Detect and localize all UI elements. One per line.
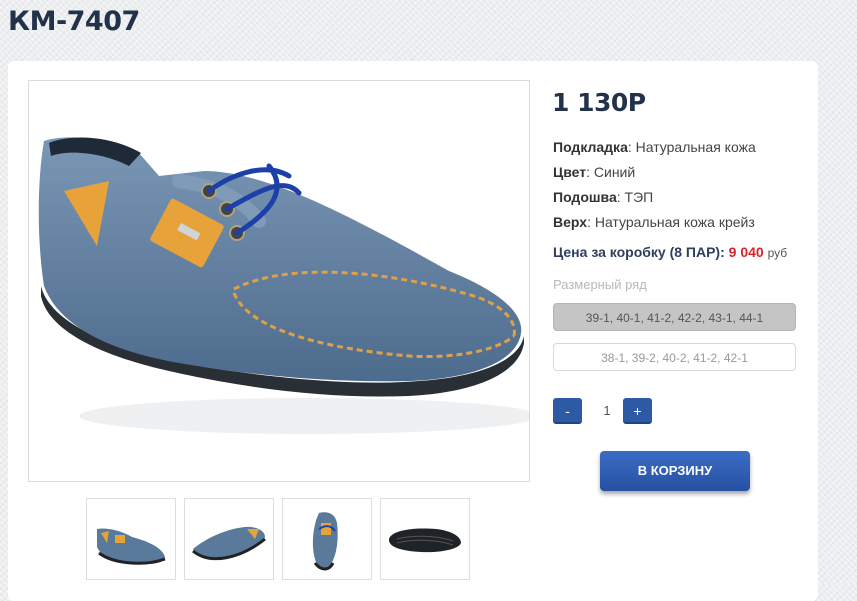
spec-value: ТЭП	[624, 189, 654, 205]
add-to-cart-button[interactable]: В КОРЗИНУ	[600, 451, 750, 491]
product-title: КМ-7407	[8, 6, 140, 37]
spec-value: Натуральная кожа крейз	[594, 214, 755, 230]
product-card: 1 130Р Подкладка: Натуральная кожа Цвет:…	[8, 61, 818, 601]
thumbnail-2[interactable]	[184, 498, 274, 580]
spec-value: Натуральная кожа	[635, 139, 756, 155]
box-price-unit: руб	[767, 246, 788, 260]
product-price: 1 130Р	[552, 88, 646, 117]
thumbnail-3[interactable]	[282, 498, 372, 580]
spec-color: Цвет: Синий	[553, 164, 636, 180]
spec-value: Синий	[593, 164, 636, 180]
box-price-value: 9 040	[728, 244, 764, 260]
spec-lining: Подкладка: Натуральная кожа	[553, 139, 756, 155]
spec-sole: Подошва: ТЭП	[553, 189, 654, 205]
spec-upper: Верх: Натуральная кожа крейз	[553, 214, 755, 230]
size-option[interactable]: 38-1, 39-2, 40-2, 41-2, 42-1	[553, 343, 796, 371]
box-price: Цена за коробку (8 ПАР): 9 040 руб	[553, 244, 788, 260]
quantity-increase-button[interactable]: +	[623, 398, 652, 424]
spec-label: Верх	[553, 214, 588, 230]
spec-label: Цвет	[553, 164, 587, 180]
thumbnail-1[interactable]	[86, 498, 176, 580]
size-range-title: Размерный ряд	[553, 277, 647, 292]
spec-label: Подкладка	[553, 139, 628, 155]
quantity-decrease-button[interactable]: -	[553, 398, 582, 424]
size-option-selected[interactable]: 39-1, 40-1, 41-2, 42-2, 43-1, 44-1	[553, 303, 796, 331]
quantity-input[interactable]	[592, 398, 622, 424]
spec-label: Подошва	[553, 189, 617, 205]
thumbnail-4[interactable]	[380, 498, 470, 580]
main-product-image[interactable]	[28, 80, 530, 482]
box-price-label: Цена за коробку (8 ПАР)	[553, 244, 721, 260]
